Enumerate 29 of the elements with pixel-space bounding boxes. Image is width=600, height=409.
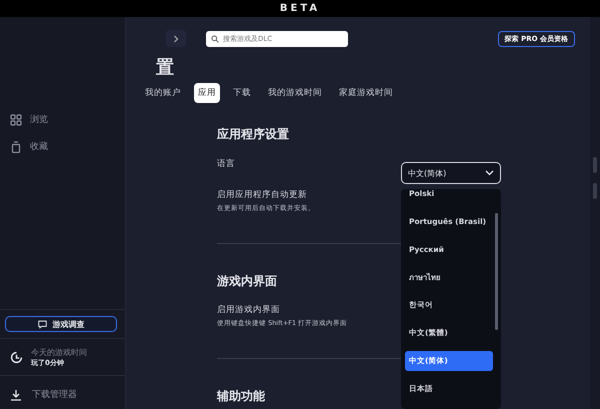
grid-icon bbox=[10, 114, 22, 126]
tab[interactable]: 家庭游戏时间 bbox=[335, 83, 397, 103]
tab[interactable]: 应用 bbox=[194, 83, 220, 103]
section-heading: 辅助功能 bbox=[217, 388, 265, 405]
tab[interactable]: 我的账户 bbox=[141, 83, 185, 103]
chevron-icon bbox=[485, 170, 494, 176]
download-icon bbox=[10, 388, 22, 400]
chat-icon bbox=[38, 320, 46, 328]
clock-icon bbox=[10, 350, 23, 364]
setting-label: 语言 bbox=[217, 158, 235, 170]
sidebar-item[interactable]: 收藏 bbox=[10, 138, 125, 155]
tab[interactable]: 下载 bbox=[229, 83, 255, 103]
section-heading: 游戏内界面 bbox=[217, 273, 277, 290]
survey-button[interactable]: 游戏调查 bbox=[5, 316, 117, 332]
jar-icon bbox=[10, 140, 22, 152]
sidebar-item[interactable]: 浏览 bbox=[10, 111, 125, 128]
tab[interactable]: 我的游戏时间 bbox=[264, 83, 326, 103]
language-dropdown[interactable]: 中文(简体) bbox=[401, 162, 501, 184]
search-icon bbox=[211, 34, 219, 42]
page-title: 置 bbox=[155, 56, 175, 79]
forward-button[interactable] bbox=[166, 30, 186, 47]
chevron-right-icon bbox=[173, 34, 179, 42]
setting-label: 启用应用程序自动更新 bbox=[217, 189, 308, 201]
playtime-label: 今天的游戏时间 bbox=[31, 346, 87, 358]
downloads-link[interactable]: 下载管理器 bbox=[0, 376, 125, 409]
section-heading: 应用程序设置 bbox=[217, 126, 289, 143]
window-title: BETA bbox=[280, 3, 320, 14]
scrollbar[interactable] bbox=[495, 213, 498, 330]
setting-label: 启用游戏内界面 bbox=[217, 304, 281, 316]
